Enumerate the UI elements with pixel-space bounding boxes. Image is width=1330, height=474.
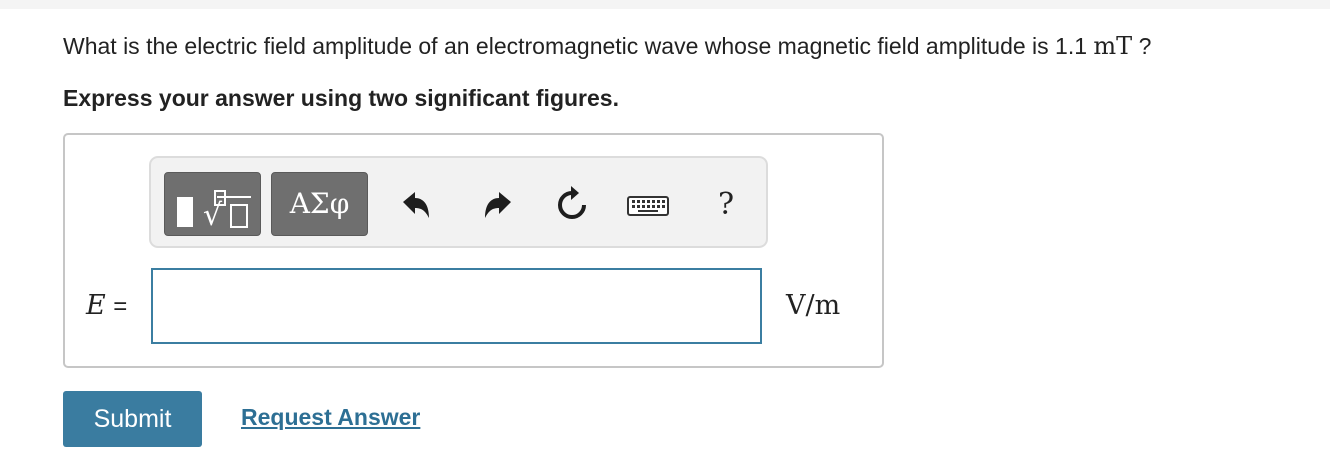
reset-icon [558,186,586,219]
greek-symbols-button[interactable]: ΑΣφ [271,172,368,236]
keyboard-button[interactable] [624,180,672,230]
answer-unit: V/m [786,290,841,321]
submit-button[interactable]: Submit [63,391,202,447]
question-unit: mT [1093,32,1133,60]
question-body: What is the electric field amplitude of … [63,33,1088,59]
undo-button[interactable] [397,180,437,230]
equals-sign: = [113,293,128,320]
variable-symbol: E [86,290,106,321]
request-answer-link[interactable]: Request Answer [241,403,420,431]
templates-icon: √ [177,190,251,233]
answer-input[interactable] [151,268,762,344]
answer-variable-label: E = [86,289,127,323]
top-strip [0,0,1330,9]
help-button[interactable]: ? [706,180,746,230]
reset-button[interactable] [550,180,594,230]
svg-text:√: √ [203,198,223,233]
templates-button[interactable]: √ [164,172,261,236]
undo-icon [403,192,429,218]
instruction-text: Express your answer using two significan… [63,85,619,111]
redo-icon [485,192,511,218]
question-text: What is the electric field amplitude of … [63,31,1151,61]
question-suffix: ? [1138,33,1152,59]
redo-button[interactable] [477,180,517,230]
keyboard-icon [627,196,669,216]
